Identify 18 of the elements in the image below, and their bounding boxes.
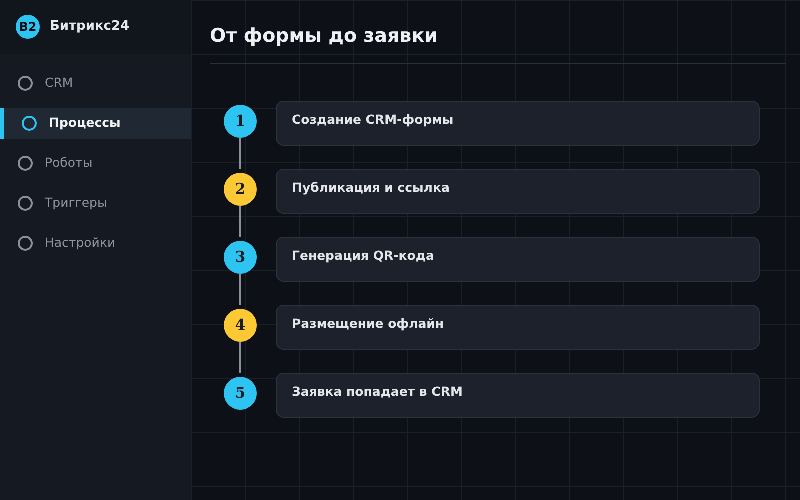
step-title: Заявка попадает в CRM [292,384,463,398]
step-number: 2 [224,172,257,206]
nav-item[interactable]: Настройки [0,228,191,259]
logo-icon: B2 [16,15,40,39]
app-name: Битрикс24 [50,18,130,36]
nav-item[interactable]: Триггеры [0,188,191,219]
nav-item[interactable]: CRM [0,68,191,99]
step-number: 4 [224,308,257,342]
step-title: Публикация и ссылка [292,180,450,194]
nav-item[interactable]: Процессы [0,108,191,139]
step-number: 3 [224,240,257,274]
step-number: 5 [224,376,257,410]
step-title: Размещение офлайн [292,316,444,330]
page-title: От формы до заявки [210,0,786,64]
step-title: Генерация QR-кода [292,248,434,262]
nav-item[interactable]: Роботы [0,148,191,179]
step-title: Создание CRM-формы [292,112,454,126]
step-number: 1 [224,104,257,138]
